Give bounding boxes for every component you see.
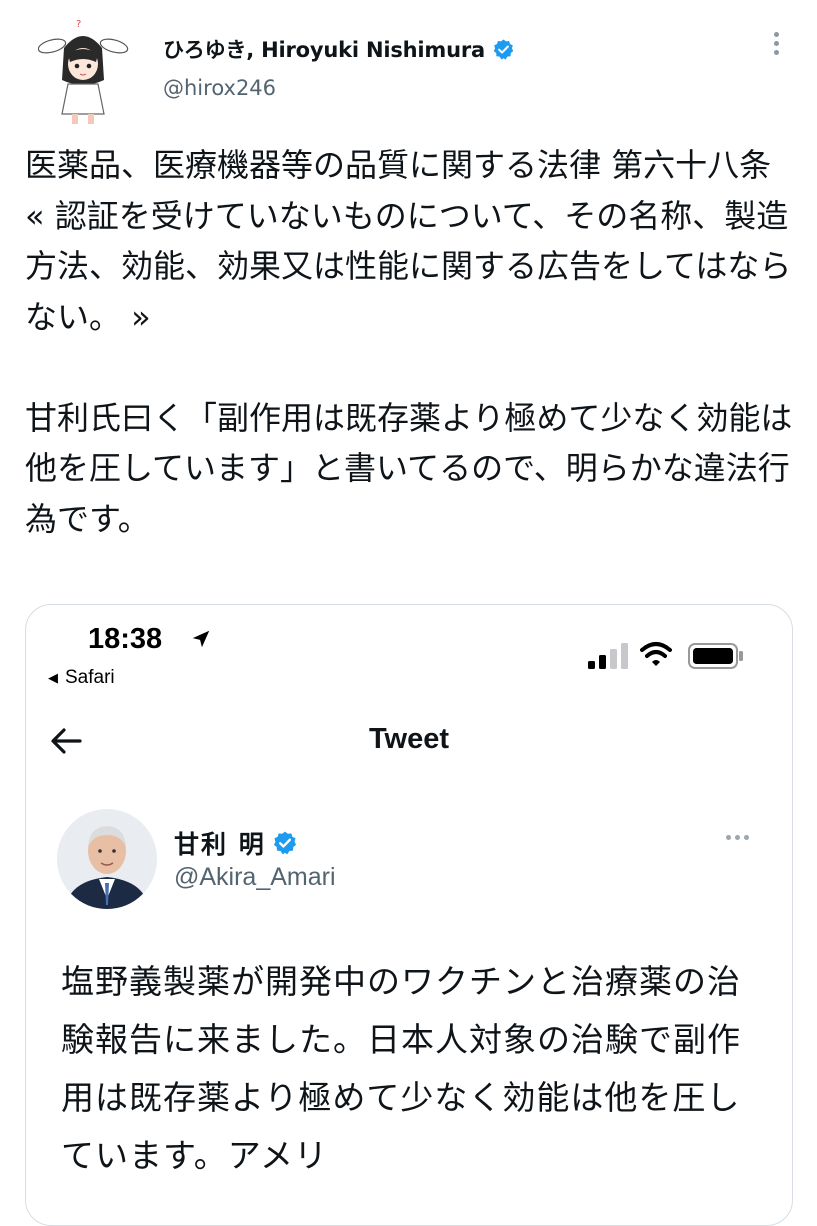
embedded-author-handle[interactable]: @Akira_Amari — [174, 863, 336, 892]
nav-title: Tweet — [368, 723, 450, 755]
author-handle[interactable]: @hirox246 — [163, 76, 276, 100]
back-app-label: Safari — [65, 667, 115, 688]
verified-badge-icon — [273, 831, 296, 855]
embedded-author-name[interactable]: 甘利 明 — [174, 825, 266, 861]
embedded-author-name-row: 甘利 明 — [174, 825, 298, 861]
author-avatar[interactable]: ? — [38, 18, 130, 126]
wifi-icon — [640, 642, 672, 666]
more-vertical-icon[interactable] — [766, 32, 786, 62]
author-name-row: ひろゆき, Hiroyuki Nishimura — [163, 34, 515, 64]
tweet-text: 医薬品、医療機器等の品質に関する法律 第六十八条 « 認証を受けていないものにつ… — [25, 146, 793, 538]
verified-badge-icon — [493, 38, 514, 60]
embedded-screenshot[interactable]: 18:38 ◀ Safari Tweet 甘利 明 @Akira_Amari 塩… — [25, 604, 793, 1226]
status-time: 18:38 — [88, 623, 163, 655]
svg-text:?: ? — [76, 19, 81, 30]
embedded-tweet-text: 塩野義製薬が開発中のワクチンと治療薬の治験報告に来ました。日本人対象の治験で副作… — [61, 962, 741, 1175]
signal-icon — [588, 643, 628, 669]
embedded-author-avatar[interactable] — [57, 809, 157, 909]
battery-icon — [688, 643, 743, 669]
tweet-header: ? ひろゆき, Hiroyuki Nishimura @hirox246 — [0, 0, 817, 125]
location-arrow-icon — [192, 630, 210, 648]
person-photo — [57, 809, 157, 909]
back-triangle-icon: ◀ — [48, 670, 58, 685]
more-horizontal-icon[interactable] — [726, 835, 753, 840]
back-to-app[interactable]: ◀ Safari — [48, 667, 115, 689]
author-name[interactable]: ひろゆき, Hiroyuki Nishimura — [163, 34, 485, 64]
